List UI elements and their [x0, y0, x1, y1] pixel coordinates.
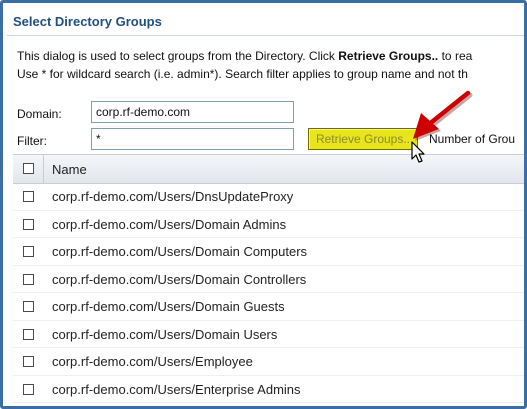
title-divider	[7, 35, 524, 36]
header-column-divider	[43, 155, 44, 183]
filter-label: Filter:	[17, 134, 47, 148]
row-checkbox[interactable]	[23, 301, 34, 312]
description-line-2: Use * for wildcard search (i.e. admin*).…	[17, 67, 468, 81]
row-checkbox[interactable]	[23, 218, 34, 230]
domain-input[interactable]: corp.rf-demo.com	[91, 101, 294, 123]
groups-list: corp.rf-demo.com/Users/DnsUpdateProxy co…	[13, 183, 524, 403]
dialog-window: Select Directory Groups This dialog is u…	[0, 0, 527, 409]
table-row[interactable]: corp.rf-demo.com/Users/Domain Admins	[13, 211, 524, 238]
description-line-1: This dialog is used to select groups fro…	[17, 47, 472, 65]
group-name: corp.rf-demo.com/Users/Domain Users	[52, 326, 278, 342]
red-arrow-icon	[413, 90, 473, 141]
domain-label: Domain:	[17, 107, 62, 121]
table-row[interactable]: corp.rf-demo.com/Users/DnsUpdateProxy	[13, 183, 524, 211]
select-all-checkbox[interactable]	[23, 163, 34, 174]
table-row[interactable]: corp.rf-demo.com/Users/Employee	[13, 348, 524, 376]
row-checkbox[interactable]	[23, 356, 34, 367]
table-row[interactable]: corp.rf-demo.com/Users/Enterprise Admins	[13, 376, 524, 403]
table-row[interactable]: corp.rf-demo.com/Users/Domain Controller…	[13, 266, 524, 293]
group-name: corp.rf-demo.com/Users/Enterprise Admins	[52, 381, 301, 397]
row-checkbox[interactable]	[23, 246, 34, 257]
group-name: corp.rf-demo.com/Users/DnsUpdateProxy	[52, 189, 294, 204]
group-name: corp.rf-demo.com/Users/Employee	[52, 354, 253, 369]
table-row[interactable]: corp.rf-demo.com/Users/Domain Guests	[13, 293, 524, 321]
group-name: corp.rf-demo.com/Users/Domain Guests	[52, 299, 285, 314]
mouse-pointer-icon	[411, 141, 425, 163]
group-name: corp.rf-demo.com/Users/Domain Controller…	[52, 271, 307, 287]
filter-input[interactable]: *	[91, 128, 294, 150]
description-text: This dialog is used to select groups fro…	[17, 49, 339, 63]
table-row[interactable]: corp.rf-demo.com/Users/Domain Users	[13, 321, 524, 348]
group-name: corp.rf-demo.com/Users/Domain Computers	[52, 244, 308, 259]
table-row[interactable]: corp.rf-demo.com/Users/Domain Computers	[13, 238, 524, 266]
description-text-suffix: to rea	[438, 49, 473, 63]
row-checkbox[interactable]	[23, 273, 34, 285]
description-bold-text: Retrieve Groups..	[338, 49, 439, 63]
name-column-header[interactable]: Name	[52, 162, 87, 177]
dialog-title: Select Directory Groups	[13, 14, 162, 29]
row-checkbox[interactable]	[23, 191, 34, 202]
row-checkbox[interactable]	[23, 328, 34, 340]
row-checkbox[interactable]	[23, 383, 34, 395]
group-name: corp.rf-demo.com/Users/Domain Admins	[52, 216, 287, 232]
dialog-description: This dialog is used to select groups fro…	[17, 47, 472, 83]
